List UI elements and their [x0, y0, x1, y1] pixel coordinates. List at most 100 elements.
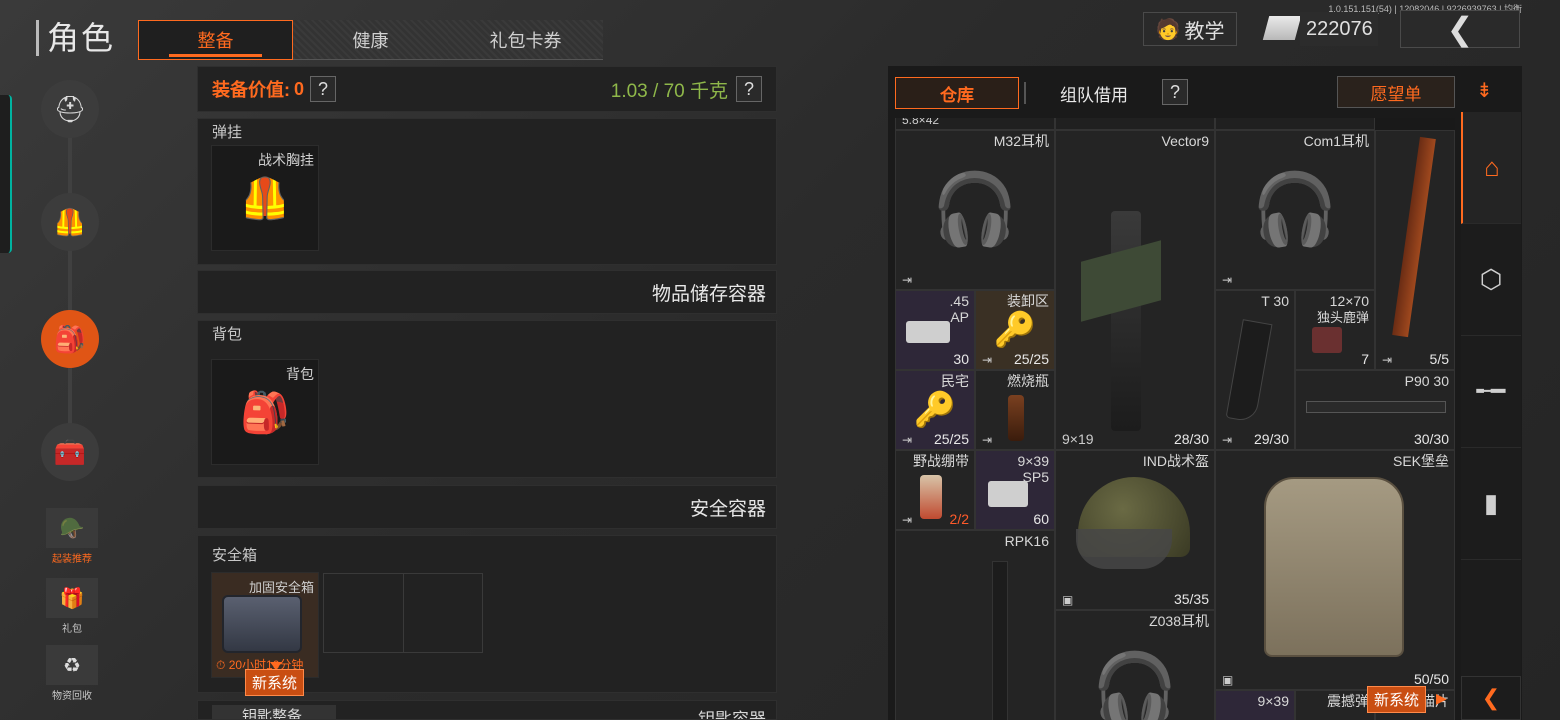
safebox-cell[interactable] [324, 574, 404, 652]
sort-icon[interactable]: ⇟ [1476, 78, 1493, 103]
item-rpk16[interactable]: RPK16 [895, 530, 1055, 720]
help-icon[interactable]: ? [310, 76, 337, 102]
unload-icon: ⇥ [1382, 353, 1393, 367]
help-icon[interactable]: ? [736, 76, 762, 102]
tab-gift[interactable]: 礼包卡券 [448, 20, 603, 60]
instructor-icon: 🧑 [1155, 18, 1181, 41]
collapse-button[interactable]: ❮ [1461, 676, 1521, 720]
p90-mag-icon [1306, 401, 1446, 413]
category-sidebar: ⌂ ⬡ ╾━ ▮ ❮ [1461, 112, 1521, 720]
shell-box-icon [1312, 327, 1342, 353]
back-button[interactable]: ❮ [1400, 10, 1520, 48]
item-mag-t30[interactable]: T 30 ⇥ 29/30 [1215, 290, 1295, 450]
home-icon[interactable]: ⌂ [1461, 112, 1521, 224]
secure-label: 安全容器 [689, 498, 766, 520]
item-45ap-ammo[interactable]: .45 AP 30 [895, 290, 975, 370]
item-z038-headset[interactable]: Z038耳机 🎧 [1055, 610, 1215, 720]
item-sek-armor[interactable]: SEK堡垒 ▣ 50/50 [1215, 450, 1455, 690]
wishlist-button[interactable]: 愿望单 [1337, 76, 1455, 108]
ammo-box-icon [906, 321, 950, 343]
magazine-icon [1225, 319, 1273, 423]
loadout-recommend-label: 起装推荐 [52, 554, 92, 565]
tab-team-borrow[interactable]: 组队借用 [1032, 77, 1156, 109]
weight-readout: 1.03 / 70 千克 [610, 80, 728, 102]
item-cell-partial[interactable]: 5.8×42 [895, 118, 1055, 130]
unload-icon: ⇥ [902, 273, 913, 287]
left-edge-handle[interactable] [0, 95, 12, 253]
backpack-icon[interactable]: 🎒 [41, 310, 99, 368]
safebox-slot[interactable]: 加固安全箱 ⏱ 20小时10分钟 [211, 572, 319, 678]
item-house-key[interactable]: 民宅 🔑 ⇥ 25/25 [895, 370, 975, 450]
tutorial-button[interactable]: 🧑 教学 [1143, 12, 1237, 46]
tab-equip[interactable]: 整备 [138, 20, 293, 60]
equipment-header: 装备价值: 0 ? 1.03 / 70 千克 ? [197, 66, 777, 112]
equip-value-label: 装备价值: [212, 80, 290, 100]
item-m32-headset[interactable]: M32耳机 🎧 ⇥ [895, 130, 1055, 290]
toolbox-icon[interactable]: 🧰 [41, 423, 99, 481]
arrow-right-icon: ▶ [1436, 690, 1447, 706]
item-field-bandage[interactable]: 野战绷带 ⇥ 2/2 [895, 450, 975, 530]
item-loading-zone-key[interactable]: 装卸区 🔑 ⇥ 25/25 [975, 290, 1055, 370]
currency-amount: 222076 [1306, 17, 1373, 40]
rig-section: 弹挂 战术胸挂 🦺 [197, 118, 777, 265]
item-slug-ammo[interactable]: 12×70 独头鹿弹 7 [1295, 290, 1375, 370]
unload-icon: ⇥ [982, 433, 993, 447]
headset-icon: 🎧 [1091, 650, 1179, 720]
safebox-cell[interactable] [404, 574, 483, 652]
new-system-tag[interactable]: 新系统 [1367, 686, 1427, 713]
safebox-grid[interactable] [323, 573, 483, 653]
tab-warehouse[interactable]: 仓库 [895, 77, 1019, 109]
gift-label: 礼包 [62, 624, 82, 635]
bandage-icon [920, 475, 942, 519]
nav-connector [68, 130, 72, 430]
chevron-left-icon: ❮ [1481, 685, 1501, 710]
cube-icon: ▣ [1062, 593, 1074, 607]
item-vector9[interactable]: Vector9 9×19 28/30 [1055, 130, 1215, 450]
item-molotov[interactable]: 燃烧瓶 ⇥ [975, 370, 1055, 450]
item-cell-partial[interactable] [1215, 118, 1375, 130]
storage-header: 物品储存容器 [197, 270, 777, 314]
recycle-button[interactable]: ♻ 物资回收 [46, 645, 98, 702]
chevron-left-icon: ❮ [1446, 11, 1474, 47]
tab-health[interactable]: 健康 [293, 20, 448, 60]
bullet-icon[interactable]: ▮ [1461, 448, 1521, 560]
unload-icon: ⇥ [902, 513, 913, 527]
recycle-label: 物资回收 [52, 691, 92, 702]
currency-display[interactable]: 222076 [1300, 12, 1378, 46]
loadout-recommend-button[interactable]: 🪖 起装推荐 [46, 508, 98, 565]
backpack-slot[interactable]: 背包 🎒 [211, 359, 319, 465]
item-ind-helmet[interactable]: IND战术盔 ▣ 35/35 [1055, 450, 1215, 610]
safebox-icon [222, 595, 302, 653]
box-icon[interactable]: ⬡ [1461, 224, 1521, 336]
rifle-icon[interactable]: ╾━ [1461, 336, 1521, 448]
helmet-icon[interactable]: ⛑ [41, 80, 99, 138]
item-cell-partial[interactable] [1055, 118, 1215, 130]
unload-icon: ⇥ [902, 433, 913, 447]
item-9x39-ammo[interactable]: 9×39 [1215, 690, 1295, 720]
gift-button[interactable]: 🎁 礼包 [46, 578, 98, 635]
bottle-icon [1008, 395, 1024, 441]
key-loadout-button[interactable]: 钥匙整备 [212, 705, 336, 719]
headset-icon: 🎧 [1251, 170, 1339, 248]
main-tabs: 整备 健康 礼包卡券 [138, 20, 603, 60]
help-icon[interactable]: ? [1162, 79, 1188, 105]
safebox-item-name: 加固安全箱 [248, 580, 314, 595]
rig-label: 弹挂 [212, 124, 243, 141]
backpack-placeholder-icon: 🎒 [240, 390, 290, 435]
storage-label: 物品储存容器 [651, 283, 766, 305]
equip-value: 0 [294, 78, 305, 99]
rig-slot[interactable]: 战术胸挂 🦺 [211, 145, 319, 251]
item-stun-grenade[interactable]: 震撼弹 [1295, 690, 1375, 720]
key-section: 钥匙整备 钥匙容器 [197, 700, 777, 720]
item-sp5-ammo[interactable]: 9×39 SP5 60 [975, 450, 1055, 530]
new-system-tag[interactable]: 新系统 [245, 669, 305, 696]
item-p90-mag[interactable]: P90 30 30/30 [1295, 370, 1455, 450]
cube-icon: ▣ [1222, 673, 1234, 687]
vest-icon [1264, 477, 1404, 657]
rifle-icon [1392, 136, 1436, 338]
item-com1-headset[interactable]: Com1耳机 🎧 ⇥ [1215, 130, 1375, 290]
unload-icon: ⇥ [982, 353, 993, 367]
item-rifle[interactable]: ⇥ 5/5 [1375, 130, 1455, 370]
vest-icon[interactable]: 🦺 [41, 193, 99, 251]
headset-icon: 🎧 [931, 170, 1019, 248]
